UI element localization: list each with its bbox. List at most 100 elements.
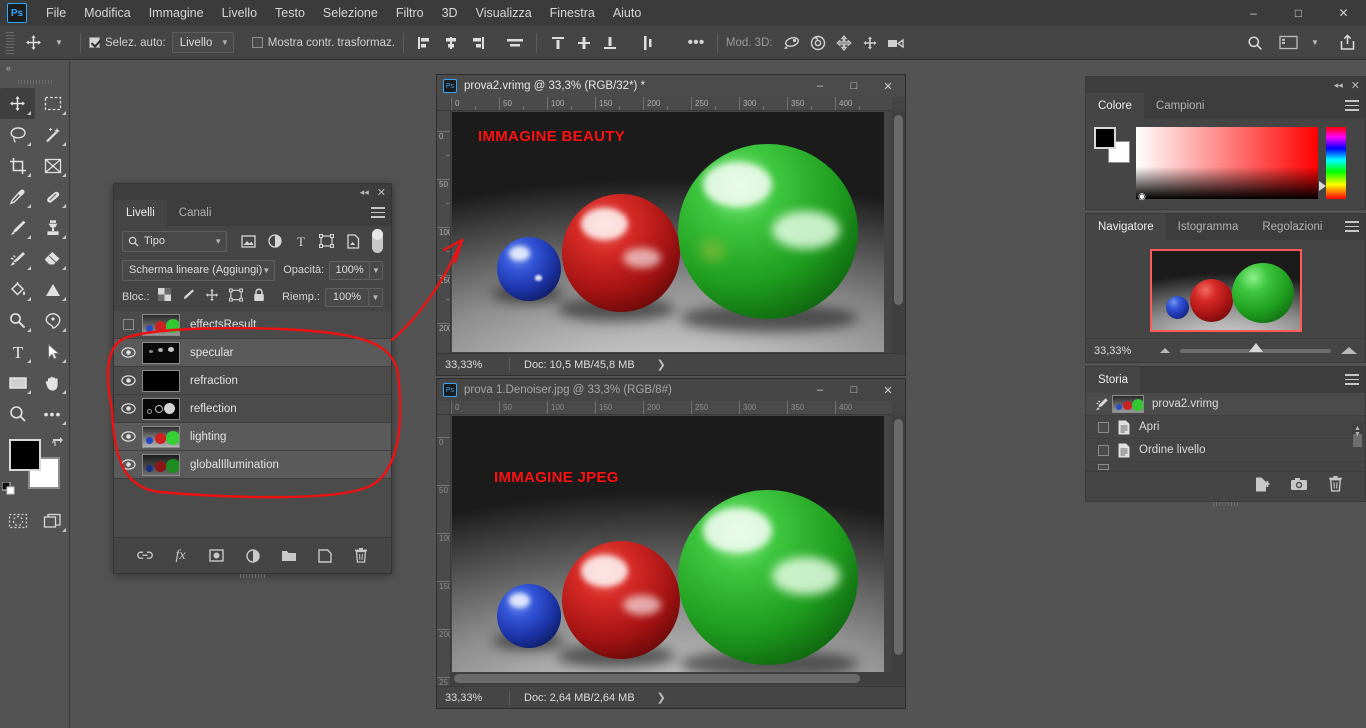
foreground-color-swatch[interactable] bbox=[1094, 127, 1116, 149]
tool-history-brush-icon[interactable] bbox=[0, 243, 35, 274]
close-icon[interactable]: ✕ bbox=[377, 186, 386, 199]
menu-visualizza[interactable]: Visualizza bbox=[467, 3, 541, 23]
list-item[interactable]: Apri bbox=[1086, 416, 1365, 439]
options-bar-grip[interactable] bbox=[6, 31, 14, 54]
orbit-3d-icon[interactable] bbox=[779, 31, 805, 55]
minimize-icon[interactable]: – bbox=[803, 379, 837, 401]
lock-all-icon[interactable] bbox=[253, 288, 265, 307]
tool-more-tools-icon[interactable]: ••• bbox=[35, 398, 70, 429]
tab-regolazioni[interactable]: Regolazioni bbox=[1250, 214, 1334, 240]
menu-file[interactable]: File bbox=[37, 3, 75, 23]
add-style-icon[interactable]: fx bbox=[173, 548, 189, 564]
more-options-button[interactable]: ••• bbox=[683, 31, 709, 55]
document-canvas-1[interactable]: IMMAGINE BEAUTY bbox=[452, 112, 884, 352]
panel-menu-icon[interactable] bbox=[371, 207, 385, 221]
link-layers-icon[interactable] bbox=[136, 548, 153, 564]
table-row[interactable]: lighting bbox=[114, 423, 391, 451]
menu-immagine[interactable]: Immagine bbox=[140, 3, 213, 23]
history-state-checkbox[interactable] bbox=[1098, 421, 1109, 433]
tools-panel-grip[interactable] bbox=[0, 76, 69, 88]
tab-livelli[interactable]: Livelli bbox=[114, 200, 167, 226]
align-left-icon[interactable] bbox=[412, 31, 438, 55]
add-mask-icon[interactable] bbox=[209, 548, 225, 564]
lock-transparency-icon[interactable] bbox=[157, 288, 171, 306]
navigator-thumbnail[interactable] bbox=[1149, 249, 1302, 332]
tab-colore[interactable]: Colore bbox=[1086, 93, 1144, 119]
slide-3d-icon[interactable] bbox=[857, 31, 883, 55]
shape-filter-icon[interactable] bbox=[314, 230, 340, 252]
panel-menu-icon[interactable] bbox=[1345, 374, 1359, 388]
align-center-horizontal-icon[interactable] bbox=[438, 31, 464, 55]
align-right-icon[interactable] bbox=[464, 31, 490, 55]
document-titlebar[interactable]: Ps prova2.vrimg @ 33,3% (RGB/32*) * – □ … bbox=[437, 75, 905, 97]
delete-state-icon[interactable] bbox=[1328, 476, 1343, 497]
tool-magic-wand-icon[interactable] bbox=[35, 119, 70, 150]
tool-blur-tool-icon[interactable] bbox=[0, 305, 35, 336]
zoom-in-icon[interactable] bbox=[1341, 347, 1357, 354]
screen-mode-icon[interactable] bbox=[35, 505, 70, 536]
close-icon[interactable]: ✕ bbox=[871, 75, 905, 97]
history-state-checkbox[interactable] bbox=[1098, 444, 1109, 456]
tool-gradient-icon[interactable] bbox=[35, 274, 70, 305]
layer-visibility-toggle[interactable] bbox=[114, 431, 142, 442]
layer-visibility-toggle[interactable] bbox=[114, 403, 142, 414]
tool-rectangular-marquee-icon[interactable] bbox=[35, 88, 70, 119]
tool-brush-tool-icon[interactable] bbox=[0, 212, 35, 243]
smart-object-filter-icon[interactable] bbox=[340, 230, 366, 252]
zoom-slider-thumb[interactable] bbox=[1249, 342, 1264, 352]
adjustment-filter-icon[interactable] bbox=[261, 230, 287, 252]
status-expand-icon[interactable]: ❯ bbox=[635, 358, 666, 371]
foreground-color-swatch[interactable] bbox=[9, 439, 41, 471]
minimize-icon[interactable]: – bbox=[803, 75, 837, 97]
tool-paint-bucket-icon[interactable] bbox=[0, 274, 35, 305]
close-icon[interactable]: ✕ bbox=[871, 379, 905, 401]
fill-value[interactable]: 100% bbox=[325, 287, 369, 307]
auto-select-checkbox[interactable] bbox=[89, 37, 100, 48]
tool-zoom-tool-icon[interactable] bbox=[0, 398, 35, 429]
layer-visibility-toggle[interactable] bbox=[114, 319, 142, 330]
type-filter-icon[interactable]: T bbox=[288, 230, 314, 252]
align-bottom-icon[interactable] bbox=[597, 31, 623, 55]
panel-resize-grip[interactable] bbox=[114, 573, 391, 579]
show-transform-checkbox[interactable] bbox=[251, 37, 263, 48]
vertical-scrollbar[interactable] bbox=[892, 415, 905, 685]
table-row[interactable]: refraction bbox=[114, 367, 391, 395]
zoom-level[interactable]: 33,33% bbox=[437, 359, 509, 371]
layer-visibility-toggle[interactable] bbox=[114, 347, 142, 358]
lock-artboard-icon[interactable] bbox=[228, 287, 243, 307]
layer-filter-type-dropdown[interactable]: Tipo ▼ bbox=[122, 230, 228, 252]
fill-chevron-icon[interactable]: ▼ bbox=[369, 287, 383, 307]
menu-testo[interactable]: Testo bbox=[266, 3, 314, 23]
new-document-from-state-icon[interactable] bbox=[1253, 477, 1270, 497]
table-row[interactable]: effectsResult bbox=[114, 311, 391, 339]
ruler-corner[interactable] bbox=[437, 401, 451, 415]
opacity-value[interactable]: 100% bbox=[329, 260, 370, 280]
menu-aiuto[interactable]: Aiuto bbox=[604, 3, 651, 23]
list-item[interactable]: Ordine livello bbox=[1086, 439, 1365, 462]
tool-clone-stamp-icon[interactable] bbox=[35, 212, 70, 243]
tab-campioni[interactable]: Campioni bbox=[1144, 93, 1217, 119]
adjustment-layer-icon[interactable] bbox=[245, 548, 261, 564]
panel-menu-icon[interactable] bbox=[1345, 221, 1359, 235]
restore-icon[interactable]: □ bbox=[1276, 0, 1321, 26]
move-tool-icon[interactable] bbox=[20, 31, 46, 55]
tab-storia[interactable]: Storia bbox=[1086, 367, 1141, 393]
menu-filtro[interactable]: Filtro bbox=[387, 3, 433, 23]
opacity-chevron-icon[interactable]: ▼ bbox=[370, 260, 383, 280]
menu-selezione[interactable]: Selezione bbox=[314, 3, 387, 23]
search-icon[interactable] bbox=[1242, 31, 1268, 55]
quick-mask-icon[interactable] bbox=[0, 505, 35, 536]
layer-list[interactable]: effectsResult specular refraction reflec… bbox=[114, 311, 391, 537]
ruler-corner[interactable] bbox=[437, 97, 451, 111]
blend-mode-dropdown[interactable]: Schermа lineare (Aggiungi) ▼ bbox=[122, 259, 276, 281]
default-colors-icon[interactable] bbox=[1, 481, 15, 495]
zoom-out-icon[interactable] bbox=[1160, 348, 1170, 353]
auto-select-scope-dropdown[interactable]: Livello ▼ bbox=[171, 32, 234, 53]
delete-layer-icon[interactable] bbox=[353, 548, 369, 564]
lock-position-icon[interactable] bbox=[205, 288, 219, 307]
collapse-tools-icon[interactable]: « bbox=[0, 61, 69, 76]
vertical-scrollbar[interactable] bbox=[892, 111, 905, 353]
distribute-vertical-icon[interactable] bbox=[635, 31, 661, 55]
collapse-icon[interactable]: ◂◂ bbox=[1334, 80, 1343, 91]
pan-3d-icon[interactable] bbox=[831, 31, 857, 55]
